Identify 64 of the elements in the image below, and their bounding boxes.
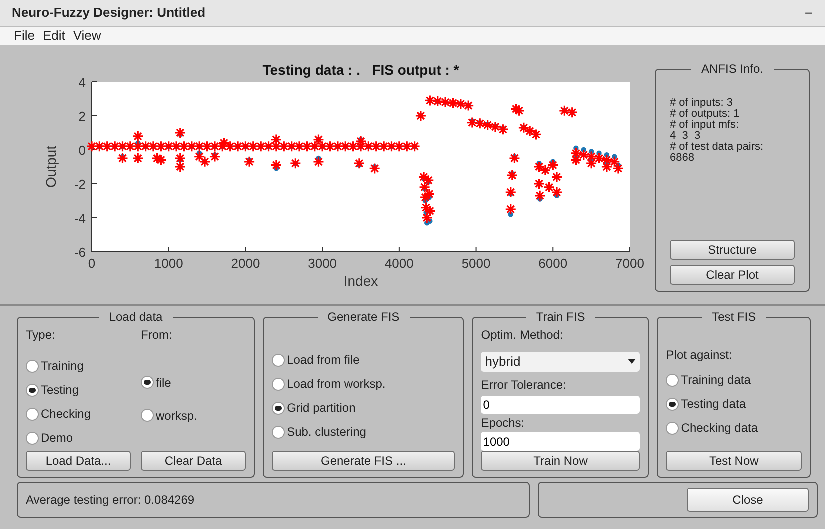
group-title: Train FIS bbox=[535, 309, 586, 326]
x-tick-label: 3000 bbox=[308, 256, 338, 271]
plot-against-label: Plot against: bbox=[666, 347, 734, 364]
type-label: Type: bbox=[26, 327, 56, 344]
info-line: # of input mfs: bbox=[670, 120, 740, 131]
menu-item[interactable]: View bbox=[73, 26, 102, 46]
x-tick-label: 2000 bbox=[231, 256, 260, 271]
radio-label: worksp. bbox=[156, 408, 198, 424]
info-line: # of inputs: 3 bbox=[670, 98, 734, 109]
menu-item[interactable]: File bbox=[14, 26, 35, 46]
x-tick-label: 6000 bbox=[538, 256, 568, 271]
window-title: Neuro-Fuzzy Designer: Untitled bbox=[12, 4, 206, 22]
radio-label: Training data bbox=[681, 372, 751, 389]
push-button[interactable]: Generate FIS ... bbox=[272, 451, 456, 471]
radio-label: Demo bbox=[41, 430, 74, 447]
x-tick-label: 7000 bbox=[616, 256, 644, 271]
radio-label: Sub. clustering bbox=[287, 424, 366, 441]
radio-label: Load from worksp. bbox=[287, 376, 386, 393]
epochs-label: Epochs: bbox=[481, 415, 526, 432]
info-line: 6868 bbox=[670, 153, 696, 164]
minimize-button[interactable]: − bbox=[804, 2, 813, 24]
push-button[interactable]: Clear Plot bbox=[670, 265, 795, 285]
group-title: Load data bbox=[108, 309, 164, 326]
radio-label: file bbox=[156, 374, 172, 392]
radio-label: Testing data bbox=[681, 396, 746, 413]
x-tick-label: 1000 bbox=[154, 256, 184, 271]
group-title: ANFIS Info. bbox=[700, 61, 765, 78]
radio-label: Training bbox=[41, 358, 84, 375]
radio-label: Checking bbox=[41, 406, 92, 423]
group-title: Generate FIS bbox=[326, 309, 401, 326]
tolerance-field[interactable]: 0 bbox=[481, 396, 640, 414]
x-tick-label: 5000 bbox=[462, 256, 491, 271]
status-message: Average testing error: 0.084269 bbox=[26, 493, 195, 507]
radio-label: Testing bbox=[41, 382, 80, 399]
x-tick-label: 4000 bbox=[384, 256, 414, 271]
info-line: # of outputs: 1 bbox=[670, 109, 741, 120]
from-label: From: bbox=[141, 327, 174, 344]
y-tick-label: -4 bbox=[74, 211, 86, 226]
radio-label: Checking data bbox=[681, 420, 758, 437]
info-line: 4 3 3 bbox=[670, 131, 701, 142]
group-title: Test FIS bbox=[711, 309, 758, 326]
y-tick-label: 4 bbox=[78, 75, 86, 90]
push-button[interactable]: Test Now bbox=[666, 451, 802, 471]
push-button[interactable]: Load Data... bbox=[26, 451, 132, 471]
method-dropdown[interactable]: hybrid bbox=[481, 352, 640, 372]
x-axis-label: Index bbox=[344, 273, 378, 289]
method-label: Optim. Method: bbox=[481, 327, 564, 344]
y-tick-label: 2 bbox=[78, 109, 86, 124]
radio-label: Grid partition bbox=[287, 400, 356, 417]
tolerance-label: Error Tolerance: bbox=[481, 376, 568, 394]
y-tick-label: -6 bbox=[74, 245, 86, 260]
y-tick-label: -2 bbox=[74, 177, 86, 192]
push-button[interactable]: Structure bbox=[670, 240, 795, 260]
radio-label: Load from file bbox=[287, 352, 360, 369]
menu-item[interactable]: Edit bbox=[42, 26, 66, 46]
y-axis-label: Output bbox=[43, 146, 59, 188]
info-line: # of test data pairs: bbox=[670, 142, 765, 153]
push-button[interactable]: Clear Data bbox=[141, 451, 246, 471]
chart-title: Testing data : . FIS output : * bbox=[262, 62, 460, 78]
close-button[interactable]: Close bbox=[687, 488, 809, 512]
x-tick-label: 0 bbox=[88, 256, 96, 271]
push-button[interactable]: Train Now bbox=[481, 451, 640, 471]
epochs-field[interactable]: 1000 bbox=[481, 432, 640, 451]
y-tick-label: 0 bbox=[78, 143, 86, 158]
